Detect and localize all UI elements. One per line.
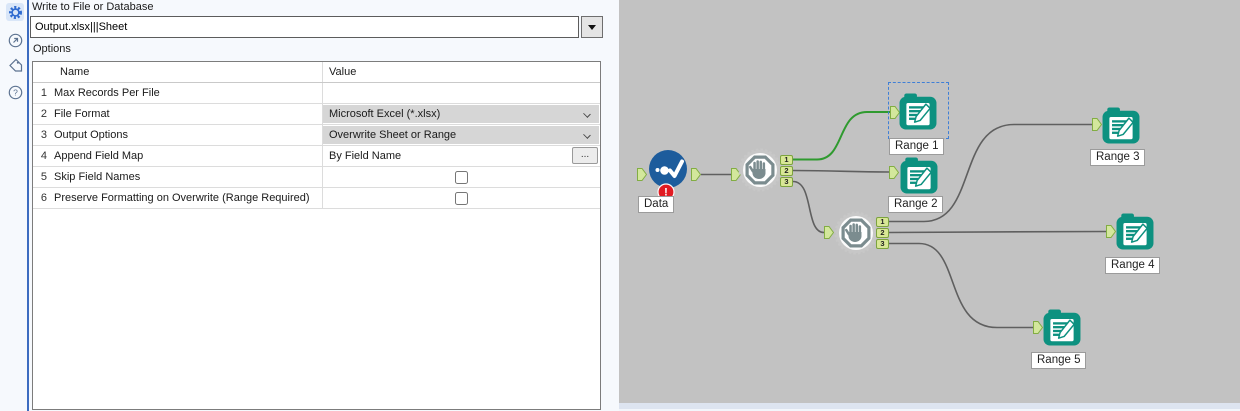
row-number: 1	[40, 87, 47, 99]
output-data-icon	[1043, 309, 1081, 346]
panel-title: Write to File or Database	[32, 1, 154, 13]
output-tool-range2[interactable]	[900, 157, 938, 194]
option-name: Preserve Formatting on Overwrite (Range …	[50, 188, 323, 208]
range5-input-anchor[interactable]	[1033, 321, 1043, 334]
options-table-header: Name Value	[33, 62, 600, 83]
configuration-panel: Write to File or Database Options Name V…	[29, 0, 619, 411]
option-name: File Format	[50, 104, 323, 124]
file-path-dropdown-button[interactable]	[581, 16, 603, 38]
navigate-out-icon-glyph	[8, 33, 22, 47]
file-format-select[interactable]: Microsoft Excel (*.xlsx)	[323, 105, 599, 123]
file-path-input[interactable]	[30, 16, 579, 38]
block-until-done-tool-2[interactable]	[834, 211, 878, 255]
svg-text:?: ?	[13, 87, 18, 97]
block2-output-anchor-2[interactable]: 2	[876, 228, 889, 238]
tag-icon-glyph	[8, 58, 22, 72]
skip-field-names-checkbox[interactable]	[455, 170, 468, 184]
block1-output-anchor-1[interactable]: 1	[780, 155, 793, 165]
output-data-icon	[900, 157, 938, 194]
row-number: 6	[40, 192, 47, 204]
range2-label[interactable]: Range 2	[888, 196, 944, 213]
range4-input-anchor[interactable]	[1106, 225, 1116, 238]
workflow-canvas[interactable]: ! Data 1 2 3 Range 1 Range 2 1 2 3 Range…	[619, 0, 1240, 403]
range3-input-anchor[interactable]	[1092, 118, 1102, 131]
chevron-down-icon	[583, 131, 591, 139]
row-number: 4	[40, 150, 47, 162]
option-name: Skip Field Names	[50, 167, 323, 187]
option-name: Output Options	[50, 125, 323, 145]
gear-icon-glyph	[8, 5, 22, 19]
wire-block2-to-range4[interactable]	[888, 230, 1107, 234]
data-tool-input-anchor[interactable]	[637, 168, 647, 181]
data-tool-label[interactable]: Data	[638, 196, 675, 213]
column-header-name: Name	[50, 62, 323, 82]
data-tool-icon: !	[649, 150, 687, 201]
row-number: 5	[40, 171, 47, 183]
table-row: 2 File Format Microsoft Excel (*.xlsx)	[33, 104, 600, 125]
wire-block2-to-range5[interactable]	[889, 242, 1033, 329]
block2-output-anchor-3[interactable]: 3	[876, 239, 889, 249]
wire-block1-to-block2[interactable]	[792, 180, 825, 234]
block1-output-anchor-2[interactable]: 2	[780, 166, 793, 176]
navigate-out-icon[interactable]	[6, 31, 24, 49]
data-tool[interactable]: !	[649, 150, 689, 202]
help-icon[interactable]: ?	[6, 83, 24, 101]
option-value: By Field Name	[329, 150, 402, 162]
wire-block1-to-range2[interactable]	[792, 169, 890, 173]
max-records-value-cell[interactable]	[323, 83, 600, 103]
block-until-done-icon	[738, 148, 782, 192]
table-row: 3 Output Options Overwrite Sheet or Rang…	[33, 125, 600, 146]
selected-option: Overwrite Sheet or Range	[329, 129, 457, 141]
range5-label[interactable]: Range 5	[1031, 352, 1087, 369]
config-toolbar: ?	[0, 0, 27, 411]
wire-block1-to-range1-selected[interactable]	[793, 111, 890, 161]
output-data-icon	[899, 93, 937, 130]
output-tool-range4[interactable]	[1116, 213, 1154, 250]
output-options-select[interactable]: Overwrite Sheet or Range	[323, 126, 599, 144]
block2-output-anchor-1[interactable]: 1	[876, 217, 889, 227]
range3-label[interactable]: Range 3	[1090, 149, 1146, 166]
selected-option: Microsoft Excel (*.xlsx)	[329, 108, 441, 120]
table-row: 5 Skip Field Names	[33, 167, 600, 188]
gear-icon[interactable]	[6, 3, 24, 21]
range4-label[interactable]: Range 4	[1105, 257, 1161, 274]
column-header-value: Value	[329, 66, 357, 78]
block2-input-anchor[interactable]	[824, 226, 834, 239]
output-data-icon	[1116, 213, 1154, 250]
row-number: 3	[40, 129, 47, 141]
table-row: 6 Preserve Formatting on Overwrite (Rang…	[33, 188, 600, 209]
chevron-down-icon	[583, 110, 591, 118]
tag-icon[interactable]	[6, 56, 24, 74]
preserve-formatting-checkbox[interactable]	[455, 191, 468, 205]
help-icon-glyph: ?	[8, 85, 22, 99]
block-until-done-icon	[834, 211, 878, 255]
option-name: Append Field Map	[50, 146, 323, 166]
append-field-map-browse-button[interactable]: ...	[572, 147, 598, 164]
range2-input-anchor[interactable]	[889, 166, 899, 179]
block-until-done-tool-1[interactable]	[738, 148, 782, 192]
output-tool-range5[interactable]	[1043, 309, 1081, 346]
options-label: Options	[33, 43, 71, 55]
alteryx-designer-window: ? Write to File or Database Options Name…	[0, 0, 1240, 411]
table-row: 4 Append Field Map By Field Name ...	[33, 146, 600, 167]
output-tool-range3[interactable]	[1102, 107, 1140, 144]
block1-output-anchor-3[interactable]: 3	[780, 177, 793, 187]
output-data-icon	[1102, 107, 1140, 144]
option-name: Max Records Per File	[50, 83, 323, 103]
range1-label[interactable]: Range 1	[889, 138, 945, 155]
options-table: Name Value 1 Max Records Per File 2 File…	[32, 61, 601, 410]
row-number: 2	[40, 108, 47, 120]
output-tool-range1[interactable]	[899, 93, 937, 130]
table-row: 1 Max Records Per File	[33, 83, 600, 104]
data-tool-output-anchor[interactable]	[691, 168, 701, 181]
dropdown-arrow-icon	[588, 24, 596, 30]
results-panel-edge	[619, 403, 1240, 411]
